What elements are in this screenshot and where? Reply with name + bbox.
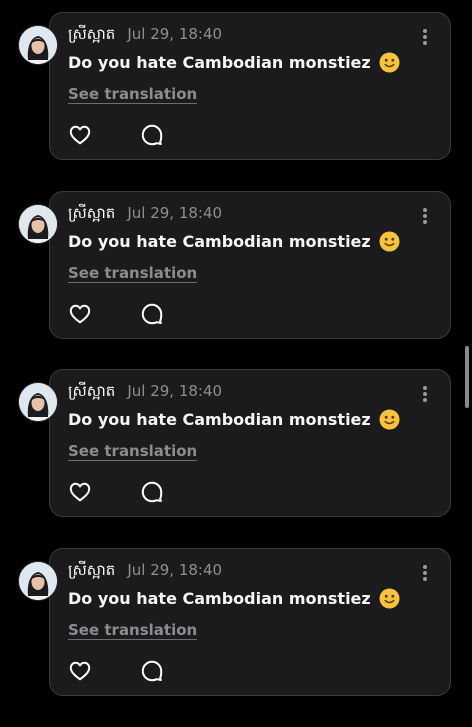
speech-bubble-icon[interactable]	[140, 480, 164, 504]
post-timestamp: Jul 29, 18:40	[127, 25, 223, 43]
post-header: ស្រីស្អាត Jul 29, 18:40	[68, 382, 222, 404]
post-text-row: Do you hate Cambodian monstiez	[68, 409, 400, 430]
avatar[interactable]	[19, 204, 57, 243]
post-text: Do you hate Cambodian monstiez	[68, 589, 371, 609]
post-username[interactable]: ស្រីស្អាត	[68, 382, 115, 404]
post-item: ស្រីស្អាត Jul 29, 18:40 Do you hate Camb…	[0, 548, 472, 727]
post-timestamp: Jul 29, 18:40	[127, 203, 223, 222]
see-translation-link[interactable]: See translation	[68, 264, 198, 283]
post-timestamp: Jul 29, 18:40	[127, 561, 223, 580]
heart-icon[interactable]	[68, 480, 92, 504]
speech-bubble-icon[interactable]	[140, 302, 164, 326]
post-text: Do you hate Cambodian monstiez	[68, 53, 371, 72]
post-text-row: Do you hate Cambodian monstiez	[68, 231, 400, 252]
post-header: ស្រីស្អាត Jul 29, 18:40	[68, 561, 222, 583]
see-translation-link[interactable]: See translation	[68, 621, 198, 641]
post-item: ស្រីស្អាត Jul 29, 18:40 Do you hate Camb…	[0, 369, 472, 548]
post-text-row: Do you hate Cambodian monstiez	[68, 52, 400, 73]
post-card[interactable]: ស្រីស្អាត Jul 29, 18:40 Do you hate Camb…	[49, 548, 451, 697]
post-timestamp: Jul 29, 18:40	[127, 382, 223, 401]
post-header: ស្រីស្អាត Jul 29, 18:40	[68, 25, 222, 47]
more-options-icon[interactable]	[422, 564, 428, 582]
see-translation-link[interactable]: See translation	[68, 442, 198, 462]
slightly-smiling-face-icon	[379, 588, 400, 609]
avatar[interactable]	[19, 562, 57, 601]
post-header: ស្រីស្អាត Jul 29, 18:40	[68, 204, 222, 226]
more-options-icon[interactable]	[422, 207, 428, 225]
see-translation-link[interactable]: See translation	[68, 85, 198, 104]
post-username[interactable]: ស្រីស្អាត	[68, 561, 115, 583]
post-item: ស្រីស្អាត Jul 29, 18:40 Do you hate Camb…	[0, 12, 472, 191]
post-text: Do you hate Cambodian monstiez	[68, 410, 371, 430]
post-username[interactable]: ស្រីស្អាត	[68, 25, 115, 47]
more-options-icon[interactable]	[422, 28, 428, 46]
post-text: Do you hate Cambodian monstiez	[68, 231, 371, 251]
heart-icon[interactable]	[68, 659, 92, 683]
post-username[interactable]: ស្រីស្អាត	[68, 204, 115, 226]
post-card[interactable]: ស្រីស្អាត Jul 29, 18:40 Do you hate Camb…	[49, 190, 451, 339]
slightly-smiling-face-icon	[379, 231, 400, 252]
heart-icon[interactable]	[68, 302, 92, 326]
slightly-smiling-face-icon	[379, 52, 400, 73]
scrollbar[interactable]	[465, 346, 469, 408]
post-text-row: Do you hate Cambodian monstiez	[68, 588, 400, 609]
speech-bubble-icon[interactable]	[140, 123, 164, 147]
avatar[interactable]	[19, 26, 57, 64]
more-options-icon[interactable]	[422, 385, 428, 403]
post-card[interactable]: ស្រីស្អាត Jul 29, 18:40 Do you hate Camb…	[49, 12, 451, 160]
post-card[interactable]: ស្រីស្អាត Jul 29, 18:40 Do you hate Camb…	[49, 369, 451, 518]
post-feed: ស្រីស្អាត Jul 29, 18:40 Do you hate Camb…	[0, 12, 472, 727]
post-item: ស្រីស្អាត Jul 29, 18:40 Do you hate Camb…	[0, 190, 472, 370]
speech-bubble-icon[interactable]	[140, 659, 164, 683]
slightly-smiling-face-icon	[379, 409, 400, 430]
heart-icon[interactable]	[68, 123, 92, 147]
